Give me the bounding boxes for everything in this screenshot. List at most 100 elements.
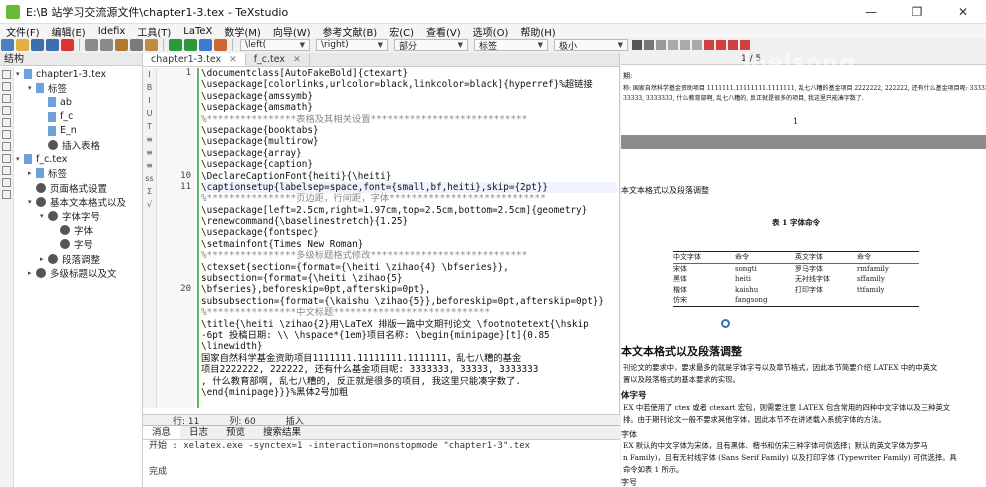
right-delimiter-combo[interactable]: \right) ▼ (316, 39, 388, 51)
compile-icon[interactable] (184, 39, 197, 51)
format-gutter-icon[interactable]: T (143, 120, 156, 133)
menu-options[interactable]: 选项(O) (467, 24, 515, 39)
save-icon[interactable] (31, 39, 44, 51)
align-center-icon[interactable] (680, 40, 690, 50)
close-button[interactable]: ✕ (940, 0, 986, 24)
magnifier-icon[interactable] (721, 319, 730, 328)
undo-icon[interactable] (85, 39, 98, 51)
code-line[interactable]: subsubsection={format={\kaishu \zihao{5}… (201, 296, 617, 307)
tab-chapter1-3[interactable]: chapter1-3.tex ✕ (143, 53, 246, 66)
size-combo[interactable]: 极小 ▼ (554, 39, 628, 52)
underline-icon[interactable] (656, 40, 666, 50)
pdf-preview[interactable]: 1 / 5 期: 称: 国家自然科学基金资助项目 1111111.1111111… (621, 53, 986, 487)
format-gutter-icon[interactable]: ≡ (143, 146, 156, 159)
code-line[interactable]: \usepackage{caption} (201, 159, 617, 170)
view-pdf-icon[interactable] (199, 39, 212, 51)
align-right-icon[interactable] (692, 40, 702, 50)
save-all-icon[interactable] (46, 39, 59, 51)
code-line[interactable]: \renewcommand{\baselinestretch}{1.25} (201, 216, 617, 227)
menu-edit[interactable]: 编辑(E) (46, 24, 92, 39)
code-line[interactable]: \usepackage[colorlinks,urlcolor=black,li… (201, 79, 617, 90)
code-line[interactable]: \usepackage{booktabs} (201, 125, 617, 136)
structure-view-icon[interactable] (2, 70, 11, 79)
format-gutter-icon[interactable]: ≡ (143, 133, 156, 146)
code-line[interactable]: subsection={format={\heiti \zihao{5} (201, 273, 617, 284)
code-line[interactable]: \ctexset{section={format={\heiti \zihao{… (201, 262, 617, 273)
structure-item[interactable]: f_c (16, 110, 142, 124)
menu-bibliography[interactable]: 参考文献(B) (317, 24, 384, 39)
table-icon[interactable] (704, 40, 714, 50)
structure-item[interactable]: ▸ 多级标题以及文 (16, 266, 142, 280)
expand-arrow-icon[interactable]: ▸ (28, 269, 36, 277)
format-gutter-icon[interactable]: I (143, 68, 156, 81)
code-line[interactable]: 国家自然科学基金资助项目1111111.11111111.1111111，乱七八… (201, 353, 617, 364)
tabular-icon[interactable] (728, 40, 738, 50)
symbols-icon[interactable] (2, 94, 11, 103)
code-line[interactable]: \bfseries},beforeskip=0pt,afterskip=0pt}… (201, 284, 617, 295)
code-area[interactable]: \documentclass[AutoFakeBold]{ctexart} \us… (197, 68, 617, 408)
structure-item[interactable]: ▾ 基本文本格式以及 (16, 195, 142, 209)
expand-arrow-icon[interactable]: ▾ (16, 155, 24, 163)
special-chars-icon[interactable] (2, 166, 11, 175)
tab-preview[interactable]: 预览 (217, 426, 254, 439)
left-delimiter-combo[interactable]: \left(▼ (240, 39, 310, 51)
templates-icon[interactable] (2, 190, 11, 199)
delimiters-icon[interactable] (2, 142, 11, 151)
structure-item[interactable]: ▾ chapter1-3.tex (16, 67, 142, 81)
menu-file[interactable]: 文件(F) (0, 24, 46, 39)
structure-item[interactable]: ▾ 字体字号 (16, 209, 142, 223)
expand-arrow-icon[interactable]: ▸ (28, 169, 36, 177)
code-line[interactable]: \usepackage{amssymb} (201, 91, 617, 102)
operators-icon[interactable] (2, 130, 11, 139)
format-gutter-icon[interactable]: Σ (143, 185, 156, 198)
structure-item[interactable]: ▸ 段落调整 (16, 251, 142, 266)
cyrillic-icon[interactable] (2, 154, 11, 163)
new-file-icon[interactable] (1, 39, 14, 51)
close-file-icon[interactable] (61, 39, 74, 51)
matrix-icon[interactable] (716, 40, 726, 50)
part-combo[interactable]: 部分 ▼ (394, 39, 468, 52)
code-line[interactable]: \end{minipage}}}%黑体2号加粗 (201, 387, 617, 398)
menu-math[interactable]: 数学(M) (218, 24, 266, 39)
tab-f-c[interactable]: f_c.tex ✕ (246, 53, 310, 66)
greek-icon[interactable] (2, 106, 11, 115)
expand-arrow-icon[interactable]: ▸ (40, 255, 48, 263)
menu-help[interactable]: 帮助(H) (514, 24, 561, 39)
menu-tools[interactable]: 工具(T) (131, 24, 177, 39)
code-line[interactable]: 项目2222222, 222222, 还有什么基金项目呢: 3333333, 3… (201, 364, 617, 375)
code-line[interactable]: \usepackage{array} (201, 148, 617, 159)
code-line[interactable]: \captionsetup{labelsep=space,font={small… (201, 181, 617, 194)
code-line[interactable]: \linewidth} (201, 341, 617, 352)
build-view-icon[interactable] (169, 39, 182, 51)
format-gutter-icon[interactable]: U (143, 107, 156, 120)
align-left-icon[interactable] (668, 40, 678, 50)
tab-log[interactable]: 日志 (180, 426, 217, 439)
menu-macros[interactable]: 宏(C) (383, 24, 420, 39)
expand-arrow-icon[interactable]: ▾ (28, 198, 36, 206)
tab-search-results[interactable]: 搜索结果 (254, 426, 310, 439)
close-icon[interactable]: ✕ (293, 53, 301, 67)
minimize-button[interactable]: — (848, 0, 894, 24)
cut-icon[interactable] (115, 39, 128, 51)
format-gutter-icon[interactable]: ≡ (143, 159, 156, 172)
label-combo[interactable]: 标签 ▼ (474, 39, 548, 52)
code-line[interactable]: %****************多级标题格式修改***************… (201, 250, 617, 261)
code-line[interactable]: \usepackage{fontspec} (201, 227, 617, 238)
structure-item[interactable]: ab (16, 95, 142, 109)
structure-item[interactable]: 插入表格 (16, 138, 142, 152)
menu-idefix[interactable]: Idefix (92, 26, 132, 37)
expand-arrow-icon[interactable]: ▾ (16, 70, 24, 78)
paste-icon[interactable] (145, 39, 158, 51)
menu-latex[interactable]: LaTeX (177, 26, 218, 37)
italic-icon[interactable] (644, 40, 654, 50)
structure-item[interactable]: 字体 (16, 223, 142, 237)
structure-item[interactable]: 字号 (16, 237, 142, 251)
favorites-icon[interactable] (2, 178, 11, 187)
code-line[interactable]: \usepackage[left=2.5cm,right=1.97cm,top=… (201, 205, 617, 216)
format-gutter-icon[interactable]: √ (143, 198, 156, 211)
code-line[interactable]: -6pt 投稿日期: \\ \hspace*{1em}项目名称: \begin{… (201, 330, 617, 341)
grid-icon[interactable] (740, 40, 750, 50)
format-gutter-icon[interactable]: ss (143, 172, 156, 185)
structure-item[interactable]: ▾ 标签 (16, 81, 142, 95)
structure-item[interactable]: E_n (16, 124, 142, 138)
